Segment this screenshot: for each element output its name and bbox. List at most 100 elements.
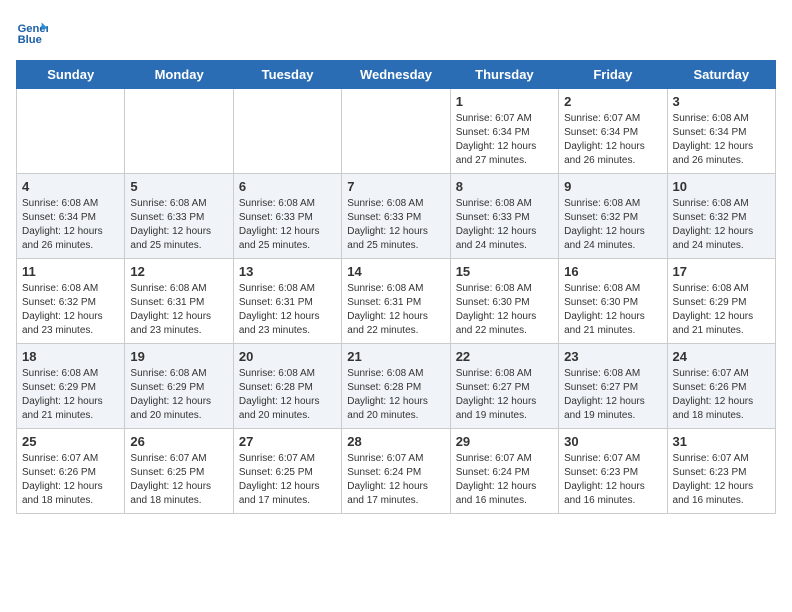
day-info: Sunrise: 6:08 AM Sunset: 6:31 PM Dayligh… bbox=[239, 282, 336, 338]
calendar-week-3: 11Sunrise: 6:08 AM Sunset: 6:32 PM Dayli… bbox=[17, 259, 776, 344]
day-info: Sunrise: 6:08 AM Sunset: 6:29 PM Dayligh… bbox=[673, 282, 770, 338]
calendar-cell: 23 Sunrise: 6:08 AM Sunset: 6:27 PM Dayli… bbox=[559, 344, 667, 429]
day-info: Sunrise: 6:07 AM Sunset: 6:26 PM Dayligh… bbox=[22, 452, 119, 508]
day-number: 1 bbox=[456, 94, 553, 109]
day-number: 29 bbox=[456, 434, 553, 449]
calendar-cell bbox=[233, 89, 341, 174]
calendar-cell: 14 Sunrise: 6:08 AM Sunset: 6:31 PM Dayli… bbox=[342, 259, 450, 344]
day-header-saturday: Saturday bbox=[667, 61, 775, 89]
day-header-wednesday: Wednesday bbox=[342, 61, 450, 89]
day-number: 16 bbox=[564, 264, 661, 279]
day-info: Sunrise: 6:07 AM Sunset: 6:34 PM Dayligh… bbox=[564, 112, 661, 168]
day-number: 25 bbox=[22, 434, 119, 449]
calendar-cell: 25 Sunrise: 6:07 AM Sunset: 6:26 PM Dayli… bbox=[17, 429, 125, 514]
day-info: Sunrise: 6:07 AM Sunset: 6:23 PM Dayligh… bbox=[564, 452, 661, 508]
logo: General Blue bbox=[16, 16, 52, 48]
day-number: 19 bbox=[130, 349, 227, 364]
calendar-cell: 6 Sunrise: 6:08 AM Sunset: 6:33 PM Daylig… bbox=[233, 174, 341, 259]
day-number: 21 bbox=[347, 349, 444, 364]
day-number: 10 bbox=[673, 179, 770, 194]
day-number: 14 bbox=[347, 264, 444, 279]
day-number: 30 bbox=[564, 434, 661, 449]
day-info: Sunrise: 6:08 AM Sunset: 6:27 PM Dayligh… bbox=[564, 367, 661, 423]
day-info: Sunrise: 6:08 AM Sunset: 6:34 PM Dayligh… bbox=[673, 112, 770, 168]
calendar-week-2: 4Sunrise: 6:08 AM Sunset: 6:34 PM Daylig… bbox=[17, 174, 776, 259]
day-info: Sunrise: 6:07 AM Sunset: 6:24 PM Dayligh… bbox=[347, 452, 444, 508]
calendar-cell: 27Sunrise: 6:07 AM Sunset: 6:25 PM Dayli… bbox=[233, 429, 341, 514]
day-header-monday: Monday bbox=[125, 61, 233, 89]
calendar-cell: 13 Sunrise: 6:08 AM Sunset: 6:31 PM Dayli… bbox=[233, 259, 341, 344]
day-number: 20 bbox=[239, 349, 336, 364]
day-number: 13 bbox=[239, 264, 336, 279]
day-number: 27 bbox=[239, 434, 336, 449]
calendar-week-5: 25 Sunrise: 6:07 AM Sunset: 6:26 PM Dayli… bbox=[17, 429, 776, 514]
day-info: Sunrise: 6:08 AM Sunset: 6:27 PM Dayligh… bbox=[456, 367, 553, 423]
calendar-cell: 19 Sunrise: 6:08 AM Sunset: 6:29 PM Dayli… bbox=[125, 344, 233, 429]
day-number: 5 bbox=[130, 179, 227, 194]
calendar-cell: 7 Sunrise: 6:08 AM Sunset: 6:33 PM Daylig… bbox=[342, 174, 450, 259]
calendar-cell: 15 Sunrise: 6:08 AM Sunset: 6:30 PM Dayli… bbox=[450, 259, 558, 344]
day-info: Sunrise: 6:08 AM Sunset: 6:33 PM Dayligh… bbox=[347, 197, 444, 253]
calendar-cell: 24Sunrise: 6:07 AM Sunset: 6:26 PM Dayli… bbox=[667, 344, 775, 429]
day-info: Sunrise: 6:08 AM Sunset: 6:28 PM Dayligh… bbox=[347, 367, 444, 423]
calendar-cell: 5Sunrise: 6:08 AM Sunset: 6:33 PM Daylig… bbox=[125, 174, 233, 259]
calendar-cell: 30 Sunrise: 6:07 AM Sunset: 6:23 PM Dayli… bbox=[559, 429, 667, 514]
day-number: 28 bbox=[347, 434, 444, 449]
day-info: Sunrise: 6:08 AM Sunset: 6:31 PM Dayligh… bbox=[130, 282, 227, 338]
day-info: Sunrise: 6:08 AM Sunset: 6:33 PM Dayligh… bbox=[239, 197, 336, 253]
day-number: 6 bbox=[239, 179, 336, 194]
calendar-cell: 26 Sunrise: 6:07 AM Sunset: 6:25 PM Dayli… bbox=[125, 429, 233, 514]
day-info: Sunrise: 6:08 AM Sunset: 6:30 PM Dayligh… bbox=[456, 282, 553, 338]
calendar-cell: 18 Sunrise: 6:08 AM Sunset: 6:29 PM Dayli… bbox=[17, 344, 125, 429]
day-number: 2 bbox=[564, 94, 661, 109]
calendar-cell bbox=[17, 89, 125, 174]
day-info: Sunrise: 6:08 AM Sunset: 6:34 PM Dayligh… bbox=[22, 197, 119, 253]
day-info: Sunrise: 6:07 AM Sunset: 6:34 PM Dayligh… bbox=[456, 112, 553, 168]
calendar-cell: 22 Sunrise: 6:08 AM Sunset: 6:27 PM Dayli… bbox=[450, 344, 558, 429]
day-info: Sunrise: 6:08 AM Sunset: 6:28 PM Dayligh… bbox=[239, 367, 336, 423]
day-number: 31 bbox=[673, 434, 770, 449]
day-info: Sunrise: 6:08 AM Sunset: 6:31 PM Dayligh… bbox=[347, 282, 444, 338]
calendar-cell: 11Sunrise: 6:08 AM Sunset: 6:32 PM Dayli… bbox=[17, 259, 125, 344]
calendar-cell: 31 Sunrise: 6:07 AM Sunset: 6:23 PM Dayli… bbox=[667, 429, 775, 514]
day-number: 8 bbox=[456, 179, 553, 194]
day-info: Sunrise: 6:08 AM Sunset: 6:33 PM Dayligh… bbox=[456, 197, 553, 253]
day-number: 18 bbox=[22, 349, 119, 364]
calendar-cell bbox=[342, 89, 450, 174]
day-info: Sunrise: 6:07 AM Sunset: 6:23 PM Dayligh… bbox=[673, 452, 770, 508]
calendar-week-4: 18 Sunrise: 6:08 AM Sunset: 6:29 PM Dayli… bbox=[17, 344, 776, 429]
svg-text:Blue: Blue bbox=[18, 34, 42, 46]
day-number: 26 bbox=[130, 434, 227, 449]
day-info: Sunrise: 6:07 AM Sunset: 6:24 PM Dayligh… bbox=[456, 452, 553, 508]
day-number: 9 bbox=[564, 179, 661, 194]
day-number: 12 bbox=[130, 264, 227, 279]
day-number: 11 bbox=[22, 264, 119, 279]
day-header-friday: Friday bbox=[559, 61, 667, 89]
logo-icon: General Blue bbox=[16, 16, 48, 48]
calendar-cell: 3Sunrise: 6:08 AM Sunset: 6:34 PM Daylig… bbox=[667, 89, 775, 174]
day-info: Sunrise: 6:08 AM Sunset: 6:29 PM Dayligh… bbox=[130, 367, 227, 423]
calendar-cell bbox=[125, 89, 233, 174]
day-header-thursday: Thursday bbox=[450, 61, 558, 89]
day-number: 15 bbox=[456, 264, 553, 279]
day-header-sunday: Sunday bbox=[17, 61, 125, 89]
calendar-cell: 10 Sunrise: 6:08 AM Sunset: 6:32 PM Dayli… bbox=[667, 174, 775, 259]
day-number: 23 bbox=[564, 349, 661, 364]
day-number: 22 bbox=[456, 349, 553, 364]
calendar-cell: 2 Sunrise: 6:07 AM Sunset: 6:34 PM Daylig… bbox=[559, 89, 667, 174]
day-info: Sunrise: 6:07 AM Sunset: 6:25 PM Dayligh… bbox=[130, 452, 227, 508]
day-info: Sunrise: 6:08 AM Sunset: 6:32 PM Dayligh… bbox=[564, 197, 661, 253]
day-info: Sunrise: 6:08 AM Sunset: 6:32 PM Dayligh… bbox=[673, 197, 770, 253]
calendar-cell: 4Sunrise: 6:08 AM Sunset: 6:34 PM Daylig… bbox=[17, 174, 125, 259]
day-number: 24 bbox=[673, 349, 770, 364]
calendar-cell: 9 Sunrise: 6:08 AM Sunset: 6:32 PM Daylig… bbox=[559, 174, 667, 259]
day-number: 7 bbox=[347, 179, 444, 194]
calendar-table: SundayMondayTuesdayWednesdayThursdayFrid… bbox=[16, 60, 776, 514]
calendar-cell: 17Sunrise: 6:08 AM Sunset: 6:29 PM Dayli… bbox=[667, 259, 775, 344]
calendar-cell: 21 Sunrise: 6:08 AM Sunset: 6:28 PM Dayli… bbox=[342, 344, 450, 429]
day-info: Sunrise: 6:08 AM Sunset: 6:29 PM Dayligh… bbox=[22, 367, 119, 423]
calendar-week-1: 1 Sunrise: 6:07 AM Sunset: 6:34 PM Daylig… bbox=[17, 89, 776, 174]
calendar-cell: 16Sunrise: 6:08 AM Sunset: 6:30 PM Dayli… bbox=[559, 259, 667, 344]
calendar-header-row: SundayMondayTuesdayWednesdayThursdayFrid… bbox=[17, 61, 776, 89]
calendar-cell: 8 Sunrise: 6:08 AM Sunset: 6:33 PM Daylig… bbox=[450, 174, 558, 259]
